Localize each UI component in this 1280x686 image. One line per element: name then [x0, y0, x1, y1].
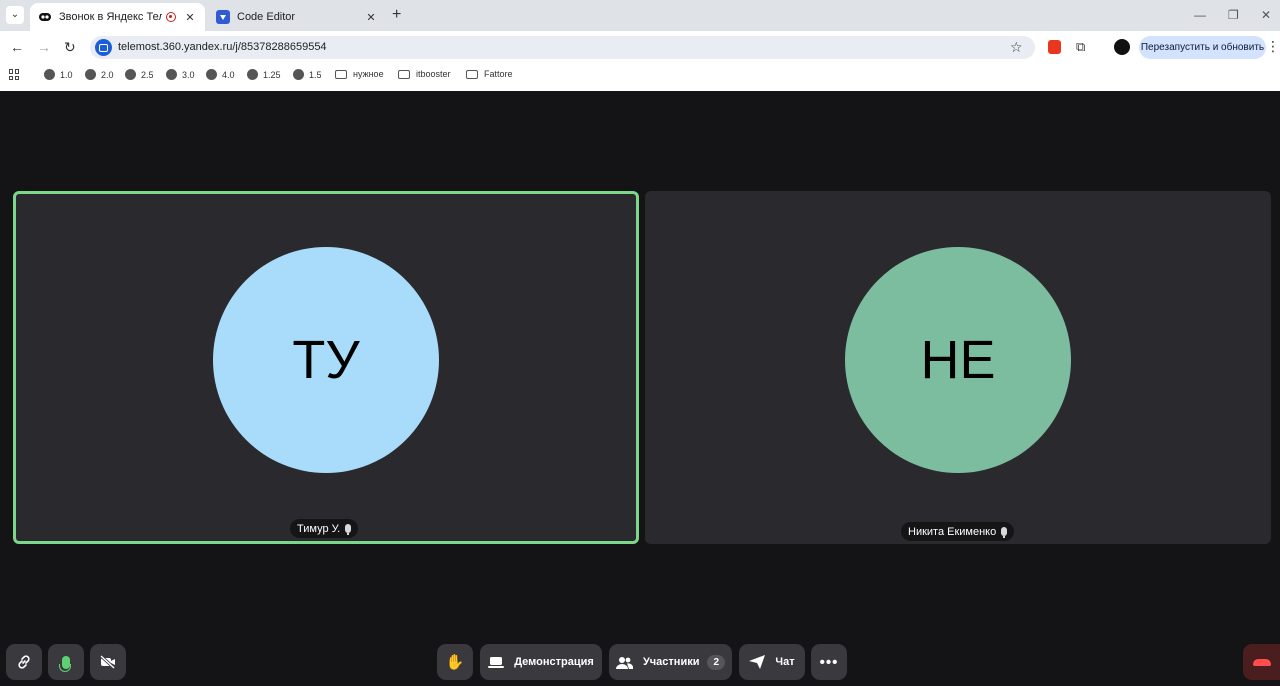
- globe-icon: [166, 69, 177, 80]
- raise-hand-button[interactable]: ✋: [437, 644, 473, 680]
- avatar: ТУ: [213, 247, 439, 473]
- minimize-icon[interactable]: —: [1194, 8, 1206, 22]
- camera-button[interactable]: [90, 644, 126, 680]
- bookmark-item[interactable]: 1.25: [247, 69, 281, 80]
- bookmark-folder[interactable]: нужное: [335, 69, 384, 79]
- bookmark-item[interactable]: 4.0: [206, 69, 235, 80]
- back-arrow-icon[interactable]: ←: [10, 39, 24, 55]
- mic-icon: [1001, 527, 1008, 538]
- tab-close-icon[interactable]: ✕: [364, 11, 378, 24]
- bookmark-folder[interactable]: itbooster: [398, 69, 451, 79]
- participant-name-tag: Тимур У.: [290, 519, 359, 538]
- microphone-icon: [59, 655, 71, 672]
- participant-tile-self[interactable]: ТУ Тимур У.: [13, 191, 639, 544]
- globe-icon: [125, 69, 136, 80]
- bookmark-star-icon[interactable]: ☆: [1010, 39, 1023, 56]
- globe-icon: [247, 69, 258, 80]
- chat-button[interactable]: Чат: [739, 644, 805, 680]
- tab-search-chevron-icon[interactable]: ⌄: [6, 6, 24, 24]
- site-info-icon[interactable]: [95, 39, 112, 56]
- restore-icon[interactable]: ❐: [1228, 8, 1239, 22]
- camera-off-icon: [99, 654, 116, 670]
- more-options-button[interactable]: •••: [811, 644, 847, 680]
- profile-avatar[interactable]: [1114, 39, 1130, 55]
- more-dots-icon: •••: [819, 653, 839, 671]
- globe-icon: [206, 69, 217, 80]
- telemost-favicon-icon: [39, 13, 51, 21]
- tab-telemost[interactable]: Звонок в Яндекс Телемост ✕: [30, 3, 205, 31]
- new-tab-button[interactable]: +: [392, 6, 401, 24]
- window-close-icon[interactable]: ✕: [1261, 8, 1271, 22]
- participants-count-badge: 2: [707, 654, 726, 670]
- code-editor-favicon-icon: [216, 10, 230, 24]
- participants-button[interactable]: Участники 2: [609, 644, 732, 680]
- bookmark-item[interactable]: 1.0: [44, 69, 73, 80]
- bookmark-folder[interactable]: Fattore: [466, 69, 513, 79]
- folder-icon: [335, 69, 347, 79]
- participant-tile[interactable]: НЕ Никита Екименко: [645, 191, 1271, 544]
- bookmark-item[interactable]: 2.0: [85, 69, 114, 80]
- globe-icon: [85, 69, 96, 80]
- bookmark-item[interactable]: 3.0: [166, 69, 195, 80]
- globe-icon: [293, 69, 304, 80]
- tab-title: Звонок в Яндекс Телемост: [59, 11, 162, 23]
- reload-icon[interactable]: ↻: [64, 39, 76, 55]
- folder-icon: [398, 69, 410, 79]
- screen-share-button[interactable]: Демонстрация: [480, 644, 602, 680]
- folder-icon: [466, 69, 478, 79]
- recording-icon: [166, 12, 176, 22]
- send-paper-plane-icon: [749, 655, 766, 669]
- mic-icon: [345, 524, 352, 535]
- hand-icon: ✋: [445, 654, 465, 671]
- apps-grid-icon[interactable]: [9, 69, 20, 80]
- forward-arrow-icon[interactable]: →: [37, 39, 51, 55]
- tab-close-icon[interactable]: ✕: [183, 11, 197, 24]
- tab-code-editor[interactable]: Code Editor ✕: [208, 3, 386, 31]
- avatar: НЕ: [845, 247, 1071, 473]
- relaunch-button[interactable]: Перезапустить и обновить: [1139, 36, 1266, 59]
- globe-icon: [44, 69, 55, 80]
- extension-shield-icon[interactable]: [1048, 40, 1061, 54]
- bookmark-item[interactable]: 1.5: [293, 69, 322, 80]
- phone-hangup-icon: [1252, 658, 1271, 666]
- browser-menu-icon[interactable]: ⋮: [1266, 38, 1280, 55]
- hang-up-button[interactable]: [1243, 644, 1280, 680]
- microphone-button[interactable]: [48, 644, 84, 680]
- screen-share-icon: [488, 656, 505, 668]
- bookmark-item[interactable]: 2.5: [125, 69, 154, 80]
- participant-name-tag: Никита Екименко: [901, 522, 1015, 541]
- url-text[interactable]: telemost.360.yandex.ru/j/85378288659554: [118, 41, 327, 53]
- participants-icon: [615, 656, 633, 669]
- link-icon: [18, 655, 30, 669]
- tab-title: Code Editor: [237, 11, 296, 23]
- extensions-puzzle-icon[interactable]: ⧉: [1076, 39, 1085, 55]
- copy-link-button[interactable]: [6, 644, 42, 680]
